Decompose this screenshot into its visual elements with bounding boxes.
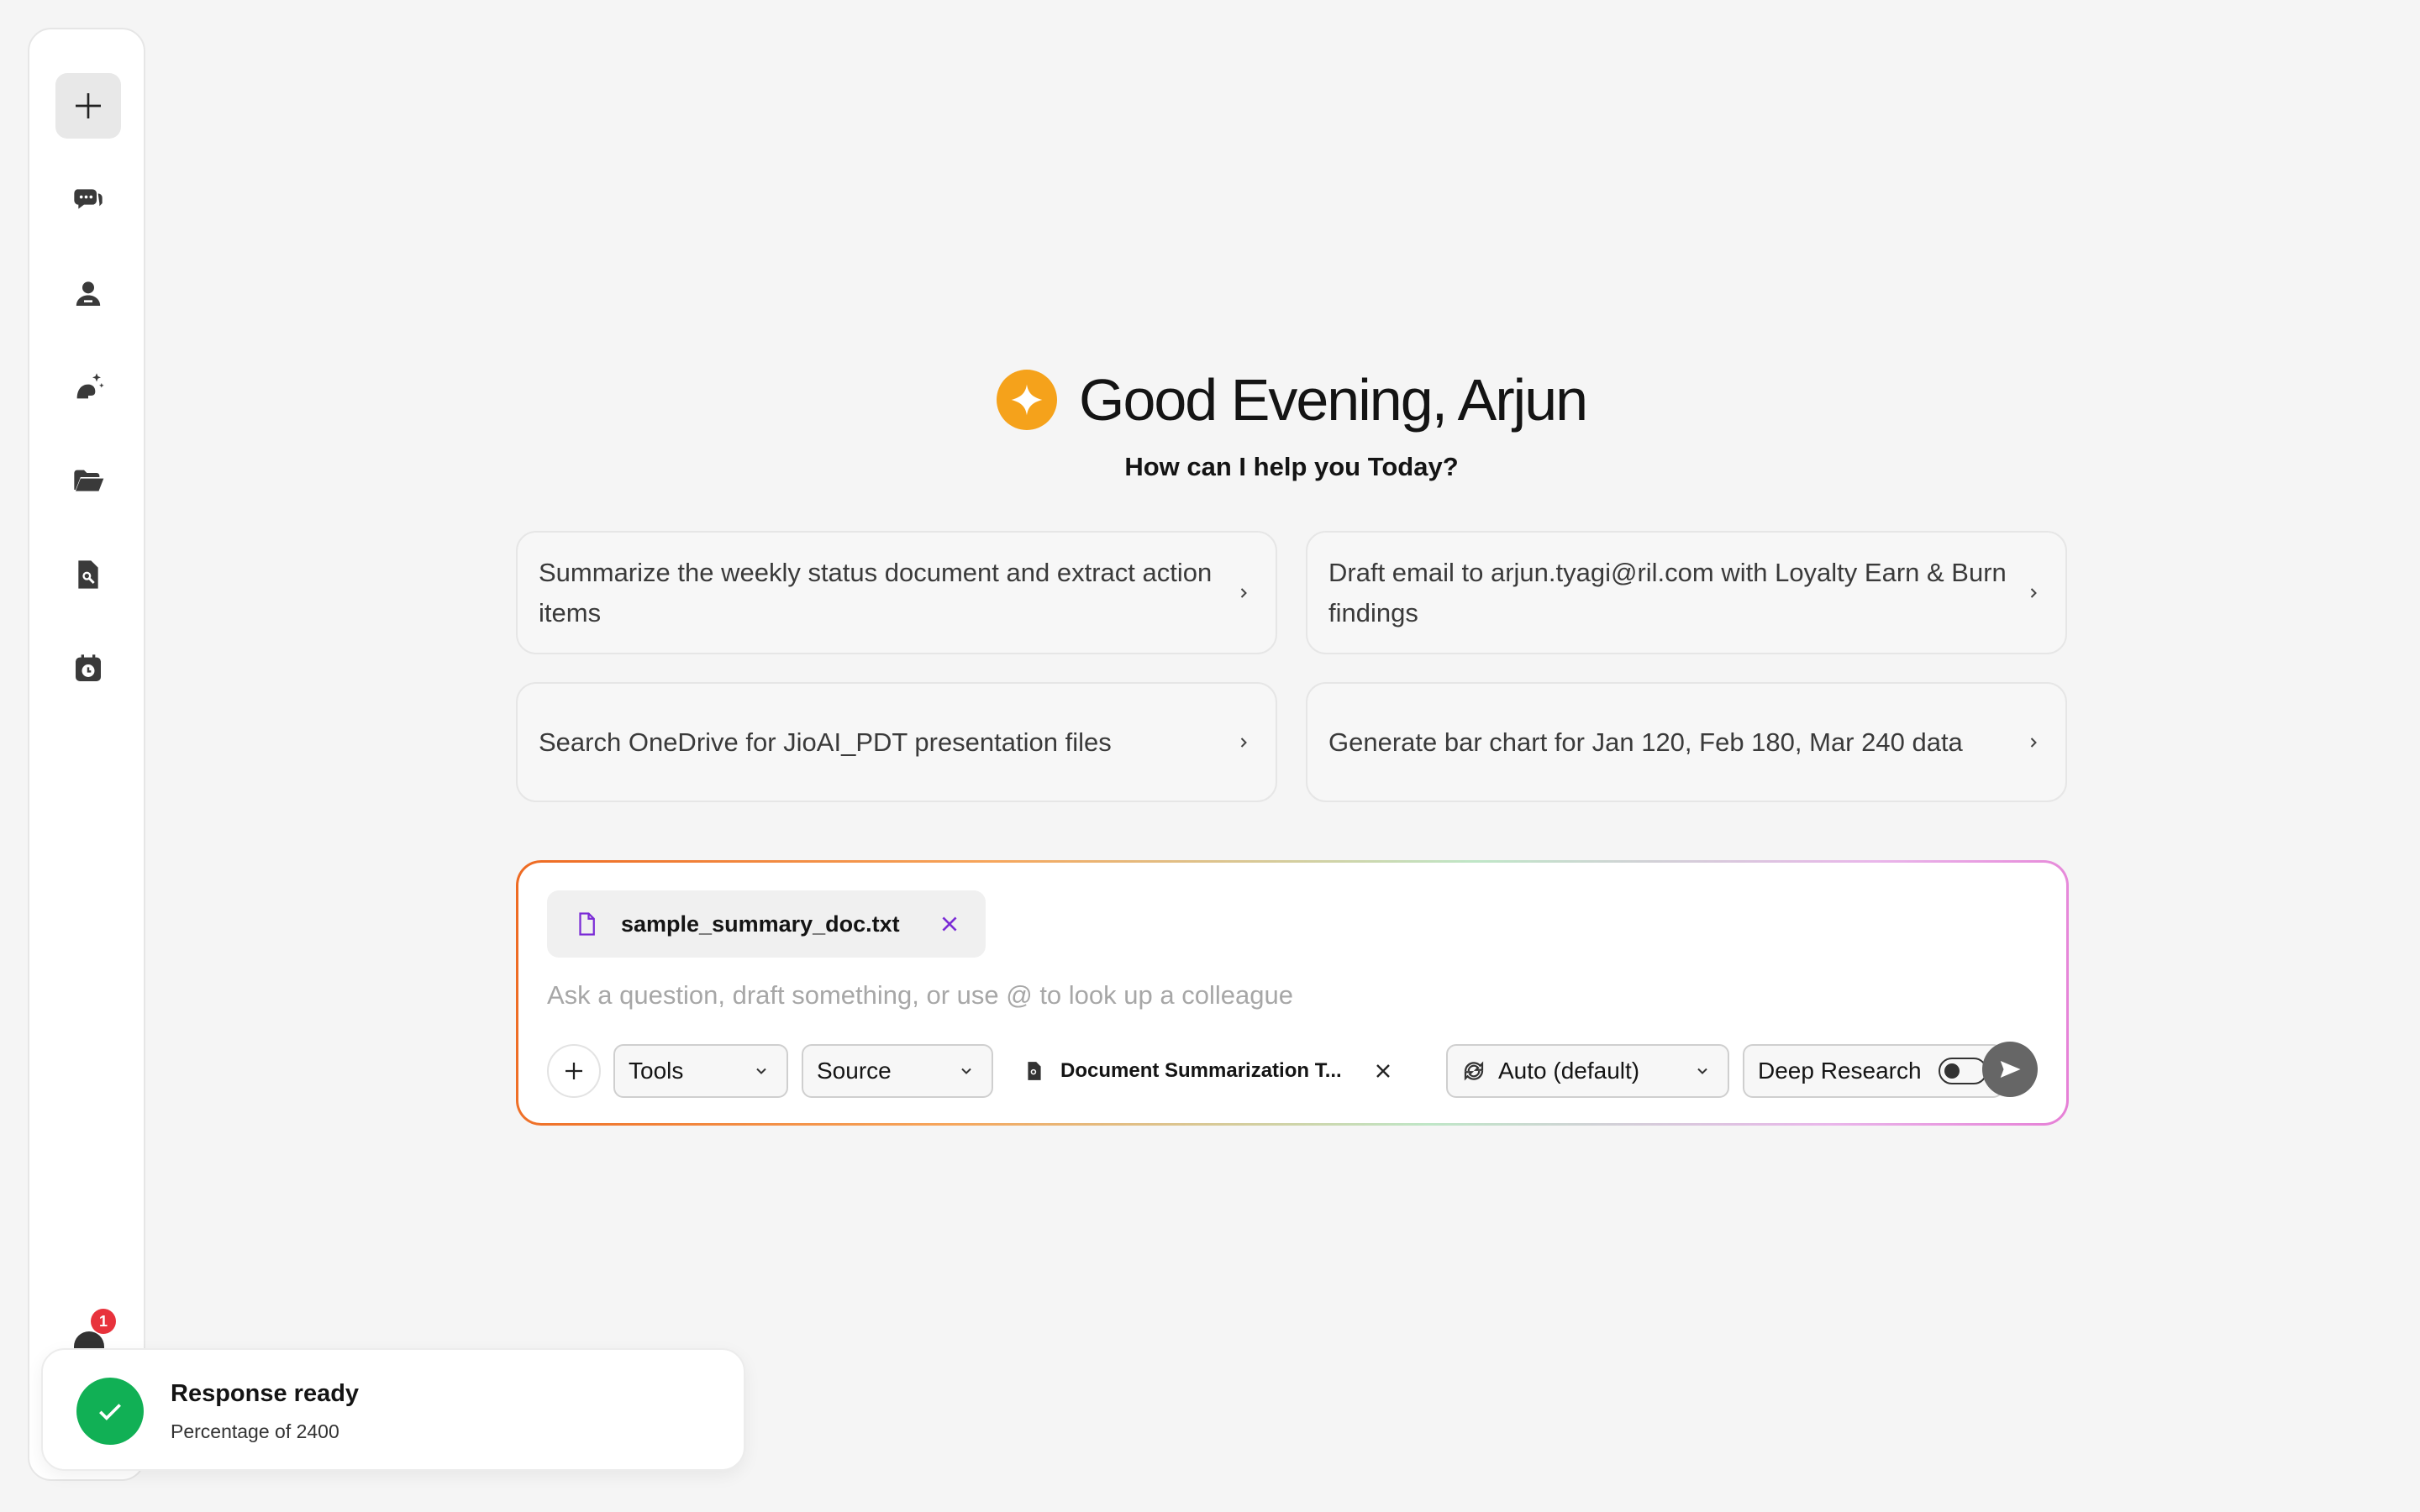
suggestion-card-summarize[interactable]: Summarize the weekly status document and…: [516, 531, 1277, 654]
suggestion-card-draft-email[interactable]: Draft email to arjun.tyagi@ril.com with …: [1306, 531, 2067, 654]
chat-bubbles-icon: [74, 189, 103, 209]
new-chat-button[interactable]: [55, 73, 121, 139]
files-button[interactable]: [55, 449, 121, 514]
chevron-right-icon: [2030, 737, 2037, 748]
greeting-header: Good Evening, Arjun: [997, 366, 1588, 433]
greeting-title: Good Evening, Arjun: [1079, 367, 1588, 433]
agents-button[interactable]: [55, 354, 121, 420]
toast-title: Response ready: [171, 1380, 360, 1407]
user-icon: [76, 281, 101, 306]
suggestion-card-search-onedrive[interactable]: Search OneDrive for JioAI_PDT presentati…: [516, 682, 1277, 802]
chat-composer: sample_summary_doc.txt Ask a question, d…: [516, 860, 2069, 1126]
model-dropdown[interactable]: Auto (default): [1446, 1044, 1729, 1098]
folder-open-icon: [74, 470, 104, 491]
attachment-name: sample_summary_doc.txt: [621, 911, 900, 937]
sparkle-icon: [1011, 384, 1043, 416]
active-tool-name: Document Summarization T...: [1060, 1059, 1342, 1082]
auto-sync-icon: [1464, 1061, 1484, 1081]
chevron-down-icon: [756, 1068, 766, 1074]
toast-subtitle: Percentage of 2400: [171, 1420, 339, 1442]
composer-toolbar: Tools Source Document Summarization T...…: [547, 1042, 2038, 1098]
message-input[interactable]: Ask a question, draft something, or use …: [547, 980, 1293, 1011]
people-button[interactable]: [55, 260, 121, 326]
tools-label: Tools: [629, 1058, 684, 1084]
deep-research-toggle[interactable]: [1938, 1058, 1987, 1084]
document-search-button[interactable]: [55, 542, 121, 607]
source-dropdown[interactable]: Source: [802, 1044, 993, 1098]
active-tool-chip: Document Summarization T...: [1023, 1044, 1393, 1098]
success-check-icon: [76, 1378, 144, 1445]
schedule-button[interactable]: [55, 636, 121, 701]
file-icon: [579, 912, 595, 936]
profile-avatar[interactable]: [74, 1331, 104, 1348]
assistant-logo: [997, 370, 1057, 430]
source-label: Source: [817, 1058, 892, 1084]
plus-icon: [566, 1063, 582, 1079]
remove-attachment-icon[interactable]: [939, 913, 960, 935]
sidebar: 1: [28, 28, 145, 1481]
tools-dropdown[interactable]: Tools: [613, 1044, 788, 1098]
chats-button[interactable]: [55, 166, 121, 232]
plus-icon: [76, 93, 101, 118]
suggestion-text: Generate bar chart for Jan 120, Feb 180,…: [1328, 727, 1963, 757]
greeting-subtitle: How can I help you Today?: [1124, 452, 1459, 481]
notification-badge: 1: [91, 1309, 116, 1334]
deep-research-label: Deep Research: [1758, 1058, 1922, 1084]
chevron-right-icon: [1240, 587, 1247, 598]
chevron-down-icon: [961, 1068, 971, 1074]
suggestion-text: Draft email to arjun.tyagi@ril.com with …: [1328, 557, 2007, 627]
suggestion-card-bar-chart[interactable]: Generate bar chart for Jan 120, Feb 180,…: [1306, 682, 2067, 802]
document-search-icon: [1028, 1062, 1041, 1080]
deep-research-toggle-group[interactable]: Deep Research: [1743, 1044, 2003, 1098]
sparkle-agent-icon: [76, 373, 104, 399]
suggestion-text: Search OneDrive for JioAI_PDT presentati…: [539, 727, 1112, 757]
remove-tool-icon[interactable]: [1373, 1061, 1393, 1081]
calendar-clock-icon: [76, 654, 101, 681]
chevron-down-icon: [1697, 1068, 1707, 1074]
send-button[interactable]: [1982, 1042, 2038, 1097]
attachment-chip: sample_summary_doc.txt: [547, 890, 986, 958]
model-label: Auto (default): [1498, 1058, 1640, 1084]
chevron-right-icon: [2030, 587, 2037, 598]
response-ready-toast[interactable]: Response ready Percentage of 2400: [41, 1348, 745, 1471]
add-button[interactable]: [547, 1044, 601, 1098]
send-icon: [2000, 1061, 2021, 1078]
document-search-icon: [78, 560, 98, 589]
suggestion-text: Summarize the weekly status document and…: [539, 557, 1213, 627]
chevron-right-icon: [1240, 737, 1247, 748]
